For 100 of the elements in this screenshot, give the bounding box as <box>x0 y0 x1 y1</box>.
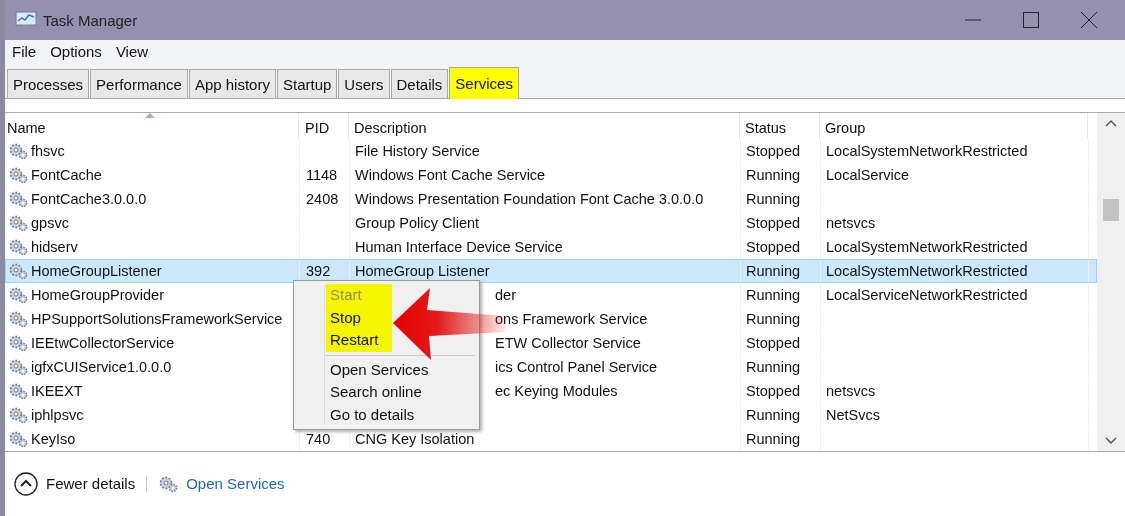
status-cell: Stopped <box>746 383 801 399</box>
menu-item[interactable]: Restart <box>326 329 392 352</box>
group-cell: LocalService <box>826 167 909 183</box>
status-cell: Running <box>746 191 800 207</box>
column-label: Status <box>745 120 787 136</box>
pid-cell: 392 <box>306 263 331 279</box>
tab[interactable]: Processes <box>7 69 90 98</box>
description-cell: ec Keying Modules <box>495 383 618 399</box>
column-header[interactable]: Status <box>740 113 820 139</box>
monitor-chart-icon <box>15 11 37 29</box>
service-name: IKEEXT <box>31 383 83 399</box>
gears-icon <box>8 286 28 304</box>
maximize-icon[interactable] <box>1023 12 1039 28</box>
description-cell: Group Policy Client <box>355 215 480 231</box>
window-title: Task Manager <box>43 11 138 29</box>
group-cell: netsvcs <box>826 215 876 231</box>
service-name: fhsvc <box>31 143 65 159</box>
menu-item[interactable]: View <box>115 42 149 60</box>
gears-icon <box>8 310 28 328</box>
status-cell: Stopped <box>746 239 801 255</box>
gears-icon <box>8 166 28 184</box>
tab[interactable]: App history <box>188 69 276 98</box>
column-label: PID <box>305 120 330 136</box>
service-name: hidserv <box>31 239 78 255</box>
column-label: Name <box>7 120 46 136</box>
service-name: gpsvc <box>31 215 69 231</box>
gears-icon <box>158 474 179 493</box>
status-cell: Running <box>746 167 800 183</box>
group-cell: LocalServiceNetworkRestricted <box>826 287 1028 303</box>
tab[interactable]: Users <box>338 69 390 98</box>
menu-item[interactable]: File <box>12 42 37 60</box>
description-cell: Human Interface Device Service <box>355 239 563 255</box>
status-cell: Running <box>746 287 800 303</box>
service-name: IEEtwCollectorService <box>31 335 175 351</box>
menu-item[interactable]: Open Services <box>326 358 473 381</box>
gears-icon <box>8 430 28 448</box>
description-cell: CNG Key Isolation <box>355 431 475 447</box>
fewer-details-button[interactable]: Fewer details <box>14 471 136 496</box>
scroll-up-icon[interactable] <box>1105 119 1117 127</box>
menu-item[interactable]: Search online <box>326 381 473 404</box>
gears-icon <box>8 382 28 400</box>
service-name: KeyIso <box>31 431 76 447</box>
description-cell: ETW Collector Service <box>495 335 641 351</box>
service-name: igfxCUIService1.0.0.0 <box>31 359 172 375</box>
gears-icon <box>8 142 28 160</box>
description-cell: HomeGroup Listener <box>355 263 490 279</box>
status-cell: Running <box>746 431 800 447</box>
scroll-thumb[interactable] <box>1103 199 1119 221</box>
description-cell: ons Framework Service <box>495 311 648 327</box>
description-cell: Windows Font Cache Service <box>355 167 546 183</box>
status-cell: Stopped <box>746 143 801 159</box>
service-name: iphlpsvc <box>31 407 84 423</box>
group-cell: LocalSystemNetworkRestricted <box>826 263 1028 279</box>
tab[interactable]: Details <box>390 69 449 98</box>
scroll-down-icon[interactable] <box>1105 437 1117 445</box>
gears-icon <box>8 406 28 424</box>
column-header[interactable]: Group <box>820 113 1088 139</box>
group-cell: LocalSystemNetworkRestricted <box>826 143 1028 159</box>
menu-item[interactable]: Stop <box>326 306 392 329</box>
scrollbar[interactable] <box>1097 113 1125 451</box>
close-icon[interactable] <box>1081 12 1097 28</box>
pid-cell: 740 <box>306 431 331 447</box>
status-cell: Running <box>746 407 800 423</box>
description-cell: File History Service <box>355 143 480 159</box>
gears-icon <box>8 334 28 352</box>
column-label: Group <box>825 120 866 136</box>
tab[interactable]: Performance <box>90 69 188 98</box>
selected-row[interactable]: HomeGroupListener 392 HomeGroup Listener Running LocalSystemNetworkRestricted <box>5 259 1097 283</box>
gears-icon <box>8 262 28 280</box>
pid-cell: 2408 <box>306 191 339 207</box>
group-cell: NetSvcs <box>826 407 880 423</box>
service-name: FontCache3.0.0.0 <box>31 191 147 207</box>
column-label: Description <box>354 120 427 136</box>
menu-item[interactable]: Options <box>50 42 102 60</box>
description-cell: Windows Presentation Foundation Font Cache 3.0.0.0 <box>355 191 704 207</box>
open-services-link[interactable]: Open Services <box>186 475 285 492</box>
service-name: FontCache <box>31 167 102 183</box>
gears-icon <box>8 358 28 376</box>
group-cell: LocalSystemNetworkRestricted <box>826 239 1028 255</box>
status-cell: Running <box>746 263 800 279</box>
status-cell: Running <box>746 359 800 375</box>
gears-icon <box>8 190 28 208</box>
menu-item[interactable]: Go to details <box>326 403 473 426</box>
description-cell: ics Control Panel Service <box>495 359 657 375</box>
gears-icon <box>8 238 28 256</box>
tab[interactable]: Startup <box>276 69 338 98</box>
description-cell: der <box>495 287 516 303</box>
column-header[interactable]: PID <box>299 113 349 139</box>
service-name: HomeGroupListener <box>31 263 162 279</box>
column-header[interactable]: Description <box>349 113 740 139</box>
status-cell: Stopped <box>746 215 801 231</box>
service-name: HPSupportSolutionsFrameworkService <box>31 311 283 327</box>
status-cell: Running <box>746 311 800 327</box>
group-cell: netsvcs <box>826 383 876 399</box>
chevron-up-icon <box>14 471 38 496</box>
column-header[interactable]: Name <box>5 113 299 139</box>
pid-cell: 1148 <box>306 167 338 183</box>
tab[interactable]: Services <box>449 67 519 99</box>
gears-icon <box>8 214 28 232</box>
service-name: HomeGroupProvider <box>31 287 164 303</box>
